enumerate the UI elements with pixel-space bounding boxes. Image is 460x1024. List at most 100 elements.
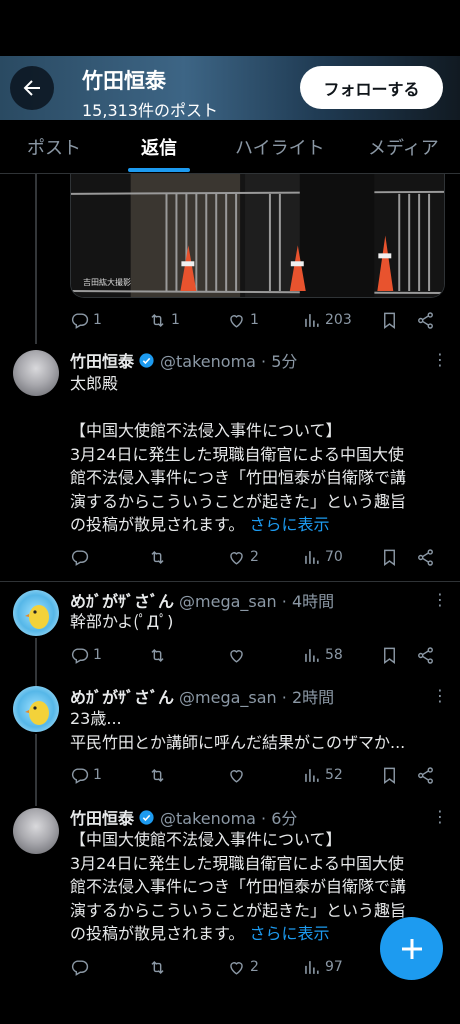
author-name[interactable]: 竹田恒泰: [70, 348, 134, 372]
share-icon: [418, 311, 433, 329]
like-button[interactable]: 2: [227, 545, 259, 569]
text-line: 館不法侵入事件につき「竹田恒泰が自衛隊で講: [70, 468, 407, 487]
tab-replies[interactable]: 返信: [141, 134, 177, 160]
avatar[interactable]: [13, 808, 59, 854]
text-line: 館不法侵入事件につき「竹田恒泰が自衛隊で講: [70, 877, 407, 896]
text-line: 【中国大使館不法侵入事件について】: [70, 830, 342, 849]
views-count: 70: [325, 549, 343, 565]
heart-icon: [230, 314, 243, 328]
like-count: 1: [250, 312, 259, 328]
share-button[interactable]: [416, 545, 435, 569]
bookmark-button[interactable]: [380, 643, 399, 667]
reply-count: 1: [93, 647, 102, 663]
like-button[interactable]: [227, 763, 250, 787]
compose-button[interactable]: [380, 917, 443, 980]
tab-posts[interactable]: ポスト: [27, 134, 81, 160]
post-text: 太郎殿 【中国大使館不法侵入事件について】 3月24日に発生した現職自衛官による…: [70, 372, 448, 537]
more-options-icon[interactable]: ⋮: [432, 807, 448, 826]
views-button[interactable]: 58: [302, 643, 343, 667]
reply-button[interactable]: [70, 955, 93, 979]
divider: [0, 581, 460, 582]
post-author-row: 竹田恒泰 @takenoma · 6分: [70, 805, 297, 829]
reply-button[interactable]: 1: [70, 763, 102, 787]
post-actions: 1 1 1 203: [70, 308, 445, 332]
more-options-icon[interactable]: ⋮: [432, 590, 448, 609]
avatar[interactable]: [13, 686, 59, 732]
text-line-blank: [70, 396, 448, 420]
post-text: 23歳... 平民竹田とか講師に呼んだ結果がこのザマか...: [70, 707, 448, 754]
reply-icon: [71, 767, 89, 784]
post-media-image[interactable]: 吉田紘大撮影: [70, 174, 445, 298]
media-caption: 吉田紘大撮影: [83, 278, 131, 287]
plus-icon: [401, 938, 422, 959]
post-author-row: めｶﾞがｻﾞさﾞん @mega_san · 2時間: [70, 684, 334, 708]
heart-icon: [230, 551, 243, 565]
share-button[interactable]: [416, 308, 435, 332]
author-handle-time: @takenoma · 5分: [160, 352, 298, 371]
post-count: 15,313件のポスト: [82, 101, 218, 120]
author-name[interactable]: めｶﾞがｻﾞさﾞん: [70, 684, 174, 708]
more-options-icon[interactable]: ⋮: [432, 686, 448, 705]
reply-count: 1: [93, 312, 102, 328]
like-button[interactable]: 2: [227, 955, 259, 979]
reply-button[interactable]: 1: [70, 308, 102, 332]
repost-icon: [151, 960, 164, 974]
share-button[interactable]: [416, 643, 435, 667]
repost-button[interactable]: 1: [148, 308, 180, 332]
like-count: 2: [250, 549, 259, 565]
reply-button[interactable]: 1: [70, 643, 102, 667]
verified-badge-icon: [139, 809, 154, 825]
follow-button[interactable]: フォローする: [300, 66, 443, 109]
reply-icon: [71, 959, 89, 976]
bookmark-button[interactable]: [380, 545, 399, 569]
text-line: 平民竹田とか講師に呼んだ結果がこのザマか...: [70, 732, 406, 752]
repost-button[interactable]: [148, 763, 171, 787]
reply-button[interactable]: [70, 545, 93, 569]
share-icon: [418, 646, 433, 664]
thread-line: [35, 638, 37, 686]
views-count: 58: [325, 647, 343, 663]
avatar[interactable]: [13, 350, 59, 396]
share-button[interactable]: [416, 763, 435, 787]
views-button[interactable]: 52: [302, 763, 343, 787]
post-author-row: めｶﾞがｻﾞさﾞん @mega_san · 4時間: [70, 588, 334, 612]
views-button[interactable]: 70: [302, 545, 343, 569]
thread-line: [35, 174, 37, 344]
author-name[interactable]: 竹田恒泰: [70, 805, 134, 829]
repost-icon: [151, 550, 164, 564]
repost-button[interactable]: [148, 643, 171, 667]
post-actions: 1 58: [70, 643, 445, 667]
repost-icon: [151, 768, 164, 782]
avatar[interactable]: [13, 590, 59, 636]
repost-button[interactable]: [148, 545, 171, 569]
views-count: 52: [325, 767, 343, 783]
text-line: の投稿が散見されます。: [70, 924, 245, 943]
author-name[interactable]: めｶﾞがｻﾞさﾞん: [70, 588, 174, 612]
show-more-link[interactable]: さらに表示: [250, 924, 330, 943]
views-button[interactable]: 203: [302, 308, 352, 332]
author-handle-time: @mega_san · 4時間: [179, 592, 335, 611]
tab-highlights[interactable]: ハイライト: [235, 134, 325, 160]
repost-button[interactable]: [148, 955, 171, 979]
status-bar: [0, 0, 460, 56]
post-text: 幹部かよ(ﾟДﾟ): [70, 610, 448, 634]
back-arrow-icon: [23, 80, 40, 96]
text-line: 【中国大使館不法侵入事件について】: [70, 421, 342, 440]
bookmark-button[interactable]: [380, 763, 399, 787]
show-more-link[interactable]: さらに表示: [250, 515, 330, 534]
views-button[interactable]: 97: [302, 955, 343, 979]
back-button[interactable]: [10, 66, 54, 110]
views-icon: [305, 648, 319, 662]
tab-media[interactable]: メディア: [368, 134, 439, 160]
like-button[interactable]: [227, 643, 250, 667]
views-icon: [305, 550, 319, 564]
bookmark-icon: [384, 647, 395, 664]
bird-avatar-icon: [25, 701, 49, 725]
heart-icon: [230, 649, 243, 663]
bookmark-button[interactable]: [380, 308, 399, 332]
active-tab-indicator: [128, 168, 190, 172]
like-button[interactable]: 1: [227, 308, 259, 332]
reply-icon: [71, 312, 89, 329]
more-options-icon[interactable]: ⋮: [432, 350, 448, 369]
text-line: の投稿が散見されます。: [70, 515, 245, 534]
